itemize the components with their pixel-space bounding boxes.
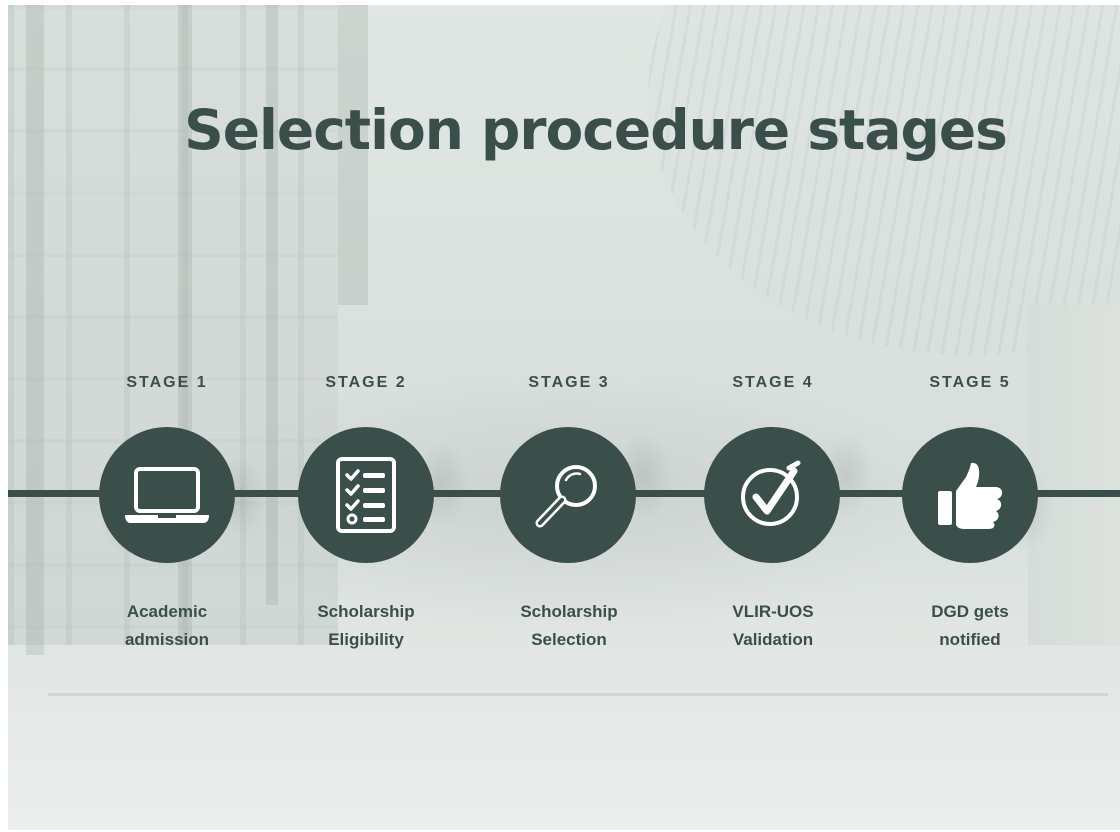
background-curved-ceiling [648,5,1120,355]
stage-2-description-line: Scholarship [317,602,415,621]
checkmark-circle-icon [736,459,808,531]
stage-3-description-line: Selection [531,630,607,649]
stage-1-description: Academic admission [67,598,267,654]
stage-3-label: STAGE 3 [528,374,610,391]
stage-4-circle [704,427,840,563]
stage-5-label: STAGE 5 [929,374,1011,391]
stage-4-description-line: VLIR-UOS [732,602,814,621]
stage-4-description-line: Validation [732,630,814,649]
magnifier-icon [532,459,604,531]
stage-1-description-line: admission [124,630,210,649]
checklist-icon [335,456,397,534]
stage-3-description-line: Scholarship [520,602,618,621]
stage-5-description-line: DGD gets [931,602,1009,621]
stage-1-description-line: Academic [126,602,208,621]
stage-1-label: STAGE 1 [126,374,208,391]
stage-2-description: Scholarship Eligibility [266,598,466,654]
stage-4-description: VLIR-UOS Validation [673,598,873,654]
slide-title: Selection procedure stages [184,98,1008,162]
thumbs-up-icon [934,459,1006,531]
stage-5-circle [902,427,1038,563]
stage-5-description: DGD gets notified [870,598,1070,654]
background-wall [1028,305,1120,645]
stage-2-description-line: Eligibility [328,630,404,649]
background-floor [8,695,1120,830]
stage-3-circle [500,427,636,563]
slide: Selection procedure stages STAGE 1 Acade… [8,5,1120,830]
stage-1-circle [99,427,235,563]
stage-4-label: STAGE 4 [732,374,814,391]
background-pillar [266,5,278,605]
stage-3-description: Scholarship Selection [469,598,669,654]
stage-5-description-line: notified [939,630,1001,649]
background-step-edge [48,693,1108,696]
stage-2-circle [298,427,434,563]
laptop-icon [122,463,212,527]
stage-2-label: STAGE 2 [325,374,407,391]
